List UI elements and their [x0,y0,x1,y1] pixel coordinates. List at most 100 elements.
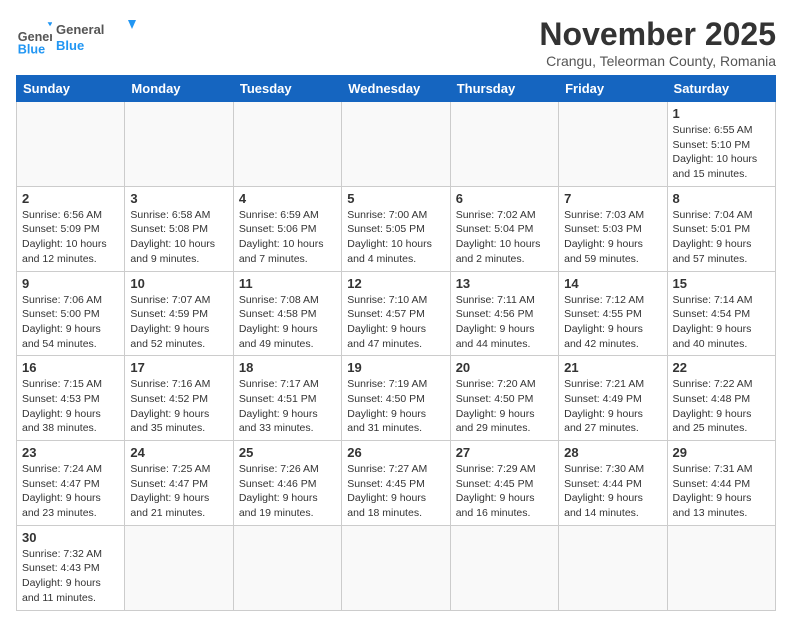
day-number: 23 [22,445,119,460]
calendar-cell: 2Sunrise: 6:56 AM Sunset: 5:09 PM Daylig… [17,186,125,271]
calendar-cell [342,525,450,610]
day-number: 5 [347,191,444,206]
calendar-cell: 23 Sunrise: 7:24 AM Sunset: 4:47 PM Dayli… [17,441,125,526]
day-info: Sunrise: 7:16 AM Sunset: 4:52 PM Dayligh… [130,377,227,436]
day-number: 11 [239,276,336,291]
day-info: Sunrise: 7:31 AM Sunset: 4:44 PM Dayligh… [673,462,770,521]
calendar-cell: 5 Sunrise: 7:00 AM Sunset: 5:05 PM Daylig… [342,186,450,271]
day-header-thursday: Thursday [450,76,558,102]
day-number: 8 [673,191,770,206]
calendar-cell [125,525,233,610]
day-info: Sunrise: 7:07 AM Sunset: 4:59 PM Dayligh… [130,293,227,352]
day-info: Sunrise: 7:29 AM Sunset: 4:45 PM Dayligh… [456,462,553,521]
day-info: Sunrise: 7:02 AM Sunset: 5:04 PM Dayligh… [456,208,553,267]
calendar-cell: 19 Sunrise: 7:19 AM Sunset: 4:50 PM Dayli… [342,356,450,441]
calendar-cell: 26Sunrise: 7:27 AM Sunset: 4:45 PM Dayli… [342,441,450,526]
day-number: 1 [673,106,770,121]
day-number: 18 [239,360,336,375]
day-info: Sunrise: 6:55 AM Sunset: 5:10 PM Dayligh… [673,123,770,182]
day-header-monday: Monday [125,76,233,102]
title-block: November 2025 Crangu, Teleorman County, … [539,16,776,69]
week-row-0: 1 Sunrise: 6:55 AM Sunset: 5:10 PM Daylig… [17,102,776,187]
day-info: Sunrise: 7:22 AM Sunset: 4:48 PM Dayligh… [673,377,770,436]
logo-svg: General Blue [56,16,136,56]
svg-text:General: General [56,22,104,37]
day-info: Sunrise: 7:24 AM Sunset: 4:47 PM Dayligh… [22,462,119,521]
calendar-cell: 24Sunrise: 7:25 AM Sunset: 4:47 PM Dayli… [125,441,233,526]
calendar-cell: 25Sunrise: 7:26 AM Sunset: 4:46 PM Dayli… [233,441,341,526]
day-header-sunday: Sunday [17,76,125,102]
day-info: Sunrise: 7:17 AM Sunset: 4:51 PM Dayligh… [239,377,336,436]
day-info: Sunrise: 6:56 AM Sunset: 5:09 PM Dayligh… [22,208,119,267]
week-row-5: 30Sunrise: 7:32 AM Sunset: 4:43 PM Dayli… [17,525,776,610]
day-number: 22 [673,360,770,375]
day-info: Sunrise: 6:58 AM Sunset: 5:08 PM Dayligh… [130,208,227,267]
day-number: 12 [347,276,444,291]
day-info: Sunrise: 7:00 AM Sunset: 5:05 PM Dayligh… [347,208,444,267]
day-number: 19 [347,360,444,375]
day-info: Sunrise: 7:03 AM Sunset: 5:03 PM Dayligh… [564,208,661,267]
day-header-saturday: Saturday [667,76,775,102]
day-info: Sunrise: 7:32 AM Sunset: 4:43 PM Dayligh… [22,547,119,606]
day-number: 7 [564,191,661,206]
calendar-cell: 13Sunrise: 7:11 AM Sunset: 4:56 PM Dayli… [450,271,558,356]
day-info: Sunrise: 6:59 AM Sunset: 5:06 PM Dayligh… [239,208,336,267]
day-info: Sunrise: 7:08 AM Sunset: 4:58 PM Dayligh… [239,293,336,352]
day-header-wednesday: Wednesday [342,76,450,102]
day-header-friday: Friday [559,76,667,102]
page-header: General Blue General Blue November 2025 … [16,16,776,69]
day-number: 28 [564,445,661,460]
day-number: 4 [239,191,336,206]
day-number: 20 [456,360,553,375]
calendar-cell: 18 Sunrise: 7:17 AM Sunset: 4:51 PM Dayli… [233,356,341,441]
day-info: Sunrise: 7:26 AM Sunset: 4:46 PM Dayligh… [239,462,336,521]
calendar-cell [450,102,558,187]
day-info: Sunrise: 7:06 AM Sunset: 5:00 PM Dayligh… [22,293,119,352]
day-number: 6 [456,191,553,206]
calendar-table: SundayMondayTuesdayWednesdayThursdayFrid… [16,75,776,611]
calendar-cell [667,525,775,610]
day-number: 15 [673,276,770,291]
day-info: Sunrise: 7:27 AM Sunset: 4:45 PM Dayligh… [347,462,444,521]
calendar-cell: 11 Sunrise: 7:08 AM Sunset: 4:58 PM Dayli… [233,271,341,356]
calendar-cell: 30Sunrise: 7:32 AM Sunset: 4:43 PM Dayli… [17,525,125,610]
calendar-cell: 8 Sunrise: 7:04 AM Sunset: 5:01 PM Daylig… [667,186,775,271]
calendar-cell: 12 Sunrise: 7:10 AM Sunset: 4:57 PM Dayli… [342,271,450,356]
location: Crangu, Teleorman County, Romania [539,53,776,69]
day-number: 9 [22,276,119,291]
calendar-cell: 15 Sunrise: 7:14 AM Sunset: 4:54 PM Dayli… [667,271,775,356]
logo: General Blue General Blue [16,16,136,61]
calendar-cell [559,102,667,187]
calendar-cell: 22 Sunrise: 7:22 AM Sunset: 4:48 PM Dayli… [667,356,775,441]
calendar-cell: 4 Sunrise: 6:59 AM Sunset: 5:06 PM Daylig… [233,186,341,271]
day-number: 14 [564,276,661,291]
calendar-cell: 20Sunrise: 7:20 AM Sunset: 4:50 PM Dayli… [450,356,558,441]
day-info: Sunrise: 7:04 AM Sunset: 5:01 PM Dayligh… [673,208,770,267]
calendar-cell [342,102,450,187]
day-info: Sunrise: 7:10 AM Sunset: 4:57 PM Dayligh… [347,293,444,352]
calendar-cell [125,102,233,187]
day-number: 29 [673,445,770,460]
day-info: Sunrise: 7:11 AM Sunset: 4:56 PM Dayligh… [456,293,553,352]
calendar-header-row: SundayMondayTuesdayWednesdayThursdayFrid… [17,76,776,102]
day-number: 21 [564,360,661,375]
day-info: Sunrise: 7:14 AM Sunset: 4:54 PM Dayligh… [673,293,770,352]
month-title: November 2025 [539,16,776,53]
calendar-cell [559,525,667,610]
calendar-cell: 27Sunrise: 7:29 AM Sunset: 4:45 PM Dayli… [450,441,558,526]
calendar-cell: 6 Sunrise: 7:02 AM Sunset: 5:04 PM Daylig… [450,186,558,271]
calendar-cell: 16Sunrise: 7:15 AM Sunset: 4:53 PM Dayli… [17,356,125,441]
calendar-cell [233,525,341,610]
svg-text:Blue: Blue [56,38,84,53]
calendar-cell [17,102,125,187]
day-info: Sunrise: 7:19 AM Sunset: 4:50 PM Dayligh… [347,377,444,436]
calendar-cell: 21Sunrise: 7:21 AM Sunset: 4:49 PM Dayli… [559,356,667,441]
week-row-4: 23 Sunrise: 7:24 AM Sunset: 4:47 PM Dayli… [17,441,776,526]
week-row-1: 2Sunrise: 6:56 AM Sunset: 5:09 PM Daylig… [17,186,776,271]
calendar-cell: 9 Sunrise: 7:06 AM Sunset: 5:00 PM Daylig… [17,271,125,356]
day-info: Sunrise: 7:30 AM Sunset: 4:44 PM Dayligh… [564,462,661,521]
week-row-2: 9 Sunrise: 7:06 AM Sunset: 5:00 PM Daylig… [17,271,776,356]
calendar-cell: 14Sunrise: 7:12 AM Sunset: 4:55 PM Dayli… [559,271,667,356]
day-number: 3 [130,191,227,206]
day-info: Sunrise: 7:15 AM Sunset: 4:53 PM Dayligh… [22,377,119,436]
